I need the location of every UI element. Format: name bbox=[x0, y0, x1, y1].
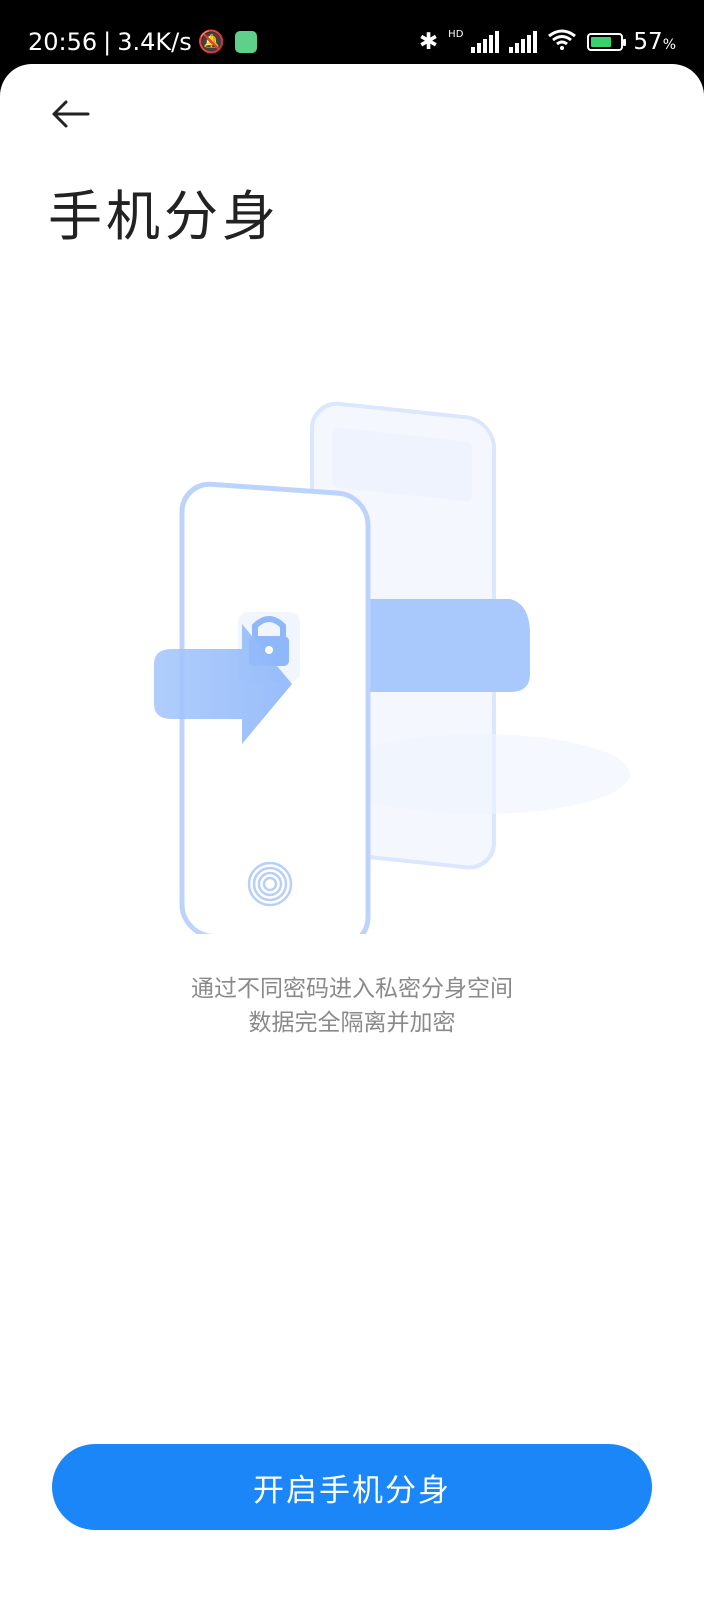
back-arrow-icon bbox=[52, 100, 90, 128]
status-bar: 20:56 | 3.4K/s 🔕 ✱ HD 57% bbox=[0, 0, 704, 66]
status-left: 20:56 | 3.4K/s 🔕 bbox=[28, 28, 258, 56]
status-right: ✱ HD 57% bbox=[419, 28, 676, 56]
bluetooth-icon: ✱ bbox=[418, 29, 439, 55]
battery-percent: 57% bbox=[633, 29, 676, 55]
signal-icon bbox=[471, 31, 500, 53]
signal-icon bbox=[509, 31, 538, 53]
dual-phone-illustration bbox=[154, 401, 630, 934]
clock: 20:56 bbox=[28, 28, 98, 56]
muted-alarm-icon: 🔕 bbox=[197, 29, 226, 55]
hd-label: HD bbox=[448, 28, 464, 40]
main-sheet: 手机分身 通过不同密码进入私密分身空间 数据完全隔离并加密 开启手机分身 bbox=[0, 64, 704, 1600]
network-speed: 3.4K/s bbox=[117, 28, 192, 56]
enable-second-space-button[interactable]: 开启手机分身 bbox=[52, 1444, 652, 1530]
separator: | bbox=[103, 28, 112, 56]
description-line-2: 数据完全隔离并加密 bbox=[248, 1010, 456, 1036]
battery-icon bbox=[587, 33, 627, 51]
notification-app-icon bbox=[235, 31, 258, 53]
back-button[interactable] bbox=[48, 94, 92, 134]
page-title: 手机分身 bbox=[48, 185, 280, 248]
wifi-icon bbox=[547, 28, 577, 56]
description-line-1: 通过不同密码进入私密分身空间 bbox=[191, 976, 513, 1002]
